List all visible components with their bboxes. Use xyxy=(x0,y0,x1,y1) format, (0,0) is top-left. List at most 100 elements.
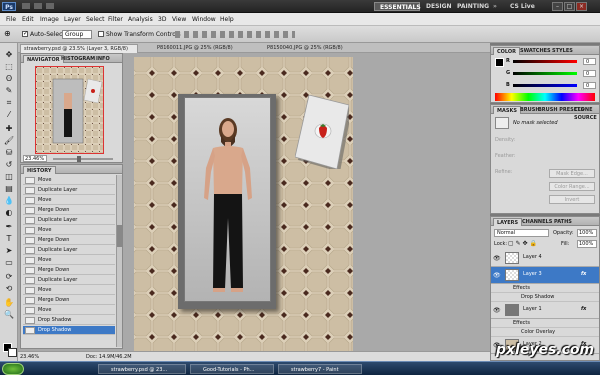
doc-tab-p8160011[interactable]: P8160011.JPG @ 25% (RGB/8) xyxy=(154,44,262,53)
lock-icons[interactable]: ▢ ✎ ✥ 🔒 xyxy=(508,240,537,247)
minimize-icon[interactable]: – xyxy=(552,2,563,11)
history-item[interactable]: Merge Down xyxy=(23,296,115,305)
tab-paths[interactable]: PATHS xyxy=(551,218,575,226)
layer-row-selected[interactable]: 👁 Layer 3 fx xyxy=(491,267,599,284)
3d-camera-tool-icon[interactable]: ⟲ xyxy=(3,283,15,294)
history-scrollbar[interactable] xyxy=(116,175,122,347)
maximize-icon[interactable]: □ xyxy=(564,2,575,11)
clone-stamp-tool-icon[interactable]: ⛁ xyxy=(3,147,15,158)
layer-fx-icon[interactable]: fx xyxy=(581,271,586,277)
taskbar-item-firefox[interactable]: Good-Tutorials - Ph... xyxy=(190,364,274,374)
taskbar-item-photoshop[interactable]: strawberry.psd @ 23... xyxy=(98,364,186,374)
cs-live-button[interactable]: CS Live xyxy=(505,2,540,11)
eraser-tool-icon[interactable]: ◫ xyxy=(3,171,15,182)
menu-window[interactable]: Window xyxy=(190,15,218,24)
effect-color-overlay[interactable]: Color Overlay xyxy=(491,328,599,337)
layer-row[interactable]: 👁 Layer 4 xyxy=(491,250,599,267)
red-slider[interactable] xyxy=(513,60,577,63)
blue-slider[interactable] xyxy=(513,84,577,87)
close-icon[interactable]: × xyxy=(576,2,587,11)
navigator-slider-handle[interactable] xyxy=(77,156,81,162)
mini-bridge-icon[interactable] xyxy=(33,3,42,9)
transform-controls-checkbox[interactable] xyxy=(98,31,104,37)
background-color-swatch[interactable] xyxy=(8,348,17,357)
menu-select[interactable]: Select xyxy=(84,15,107,24)
lasso-tool-icon[interactable]: ʘ xyxy=(3,73,15,84)
tab-info[interactable]: INFO xyxy=(93,55,113,63)
taskbar-item-paint[interactable]: strawberry7 - Paint xyxy=(278,364,362,374)
person-photo[interactable] xyxy=(184,97,271,302)
type-tool-icon[interactable]: T xyxy=(3,233,15,244)
visibility-eye-icon[interactable]: 👁 xyxy=(493,307,501,314)
3d-rotate-tool-icon[interactable]: ⟳ xyxy=(3,271,15,282)
history-item[interactable]: Move xyxy=(23,256,115,265)
tab-color[interactable]: COLOR xyxy=(493,47,521,55)
menu-edit[interactable]: Edit xyxy=(20,15,36,24)
align-buttons[interactable] xyxy=(175,31,295,38)
menu-help[interactable]: Help xyxy=(218,15,236,24)
history-item[interactable]: Move xyxy=(23,226,115,235)
layer-fx-icon[interactable]: fx xyxy=(581,306,586,312)
history-item[interactable]: Merge Down xyxy=(23,206,115,215)
menu-file[interactable]: File xyxy=(4,15,18,24)
invert-button[interactable]: Invert xyxy=(549,195,595,204)
auto-select-checkbox[interactable] xyxy=(22,30,28,37)
dodge-tool-icon[interactable]: ◐ xyxy=(3,207,15,218)
green-value[interactable]: 0 xyxy=(583,70,596,77)
layer-name[interactable]: Layer 4 xyxy=(523,254,542,260)
menu-3d[interactable]: 3D xyxy=(156,15,168,24)
path-select-tool-icon[interactable]: ➤ xyxy=(3,245,15,256)
color-foreground-swatch[interactable] xyxy=(495,58,504,67)
workspace-more[interactable]: » xyxy=(488,2,502,11)
doc-tab-p8150040[interactable]: P8150040.JPG @ 25% (RGB/8) xyxy=(264,44,372,53)
history-item[interactable]: Move xyxy=(23,176,115,185)
history-item[interactable]: Duplicate Layer xyxy=(23,246,115,255)
quick-select-tool-icon[interactable]: ✎ xyxy=(3,85,15,96)
move-tool-icon[interactable]: ✥ xyxy=(3,49,15,60)
hand-tool-icon[interactable]: ✋ xyxy=(3,297,15,308)
history-item[interactable]: Move xyxy=(23,286,115,295)
tab-layers[interactable]: LAYERS xyxy=(493,218,523,226)
menu-image[interactable]: Image xyxy=(38,15,61,24)
healing-brush-tool-icon[interactable]: ✚ xyxy=(3,123,15,134)
pen-tool-icon[interactable]: ✒ xyxy=(3,221,15,232)
bridge-icon[interactable] xyxy=(22,3,30,9)
shape-tool-icon[interactable]: ▭ xyxy=(3,257,15,268)
history-item[interactable]: Drop Shadow xyxy=(23,316,115,325)
history-item[interactable]: Duplicate Layer xyxy=(23,216,115,225)
history-item[interactable]: Move xyxy=(23,196,115,205)
move-tool-icon[interactable]: ⊕ xyxy=(4,29,11,38)
history-scroll-thumb[interactable] xyxy=(117,225,122,247)
green-slider[interactable] xyxy=(513,72,577,75)
auto-select-dropdown[interactable]: Group xyxy=(62,30,92,39)
workspace-essentials[interactable]: ESSENTIALS xyxy=(374,2,421,11)
doc-tab-strawberry[interactable]: strawberry.psd @ 23.5% (Layer 3, RGB/8) xyxy=(20,44,138,53)
arrange-icon[interactable] xyxy=(45,3,54,9)
red-value[interactable]: 0 xyxy=(583,58,596,65)
gradient-tool-icon[interactable]: ▤ xyxy=(3,183,15,194)
tab-styles[interactable]: STYLES xyxy=(549,47,576,55)
zoom-tool-icon[interactable]: 🔍 xyxy=(3,309,15,320)
tab-clone-source[interactable]: CLONE SOURCE xyxy=(571,106,600,121)
navigator-zoom-slider[interactable] xyxy=(53,158,113,160)
crop-tool-icon[interactable]: ⌗ xyxy=(3,97,15,108)
blur-tool-icon[interactable]: 💧 xyxy=(3,195,15,206)
menu-view[interactable]: View xyxy=(170,15,188,24)
blue-value[interactable]: 0 xyxy=(583,82,596,89)
tab-history[interactable]: HISTORY xyxy=(23,166,56,174)
history-item[interactable]: Duplicate Layer xyxy=(23,276,115,285)
history-item[interactable]: Move xyxy=(23,306,115,315)
color-spectrum-bar[interactable] xyxy=(495,93,595,101)
layer-row[interactable]: 👁 Layer 1 fx xyxy=(491,302,599,319)
history-item[interactable]: Merge Down xyxy=(23,236,115,245)
effects-row[interactable]: Effects xyxy=(491,319,599,328)
effects-row[interactable]: Effects xyxy=(491,284,599,293)
tab-channels[interactable]: CHANNELS xyxy=(519,218,555,226)
color-range-button[interactable]: Color Range... xyxy=(549,182,595,191)
menu-filter[interactable]: Filter xyxy=(106,15,125,24)
menu-analysis[interactable]: Analysis xyxy=(126,15,155,24)
status-zoom-value[interactable]: 23.46% xyxy=(20,354,39,360)
history-item[interactable]: Duplicate Layer xyxy=(23,186,115,195)
visibility-eye-icon[interactable]: 👁 xyxy=(493,255,501,262)
history-item-selected[interactable]: Drop Shadow xyxy=(23,326,115,335)
